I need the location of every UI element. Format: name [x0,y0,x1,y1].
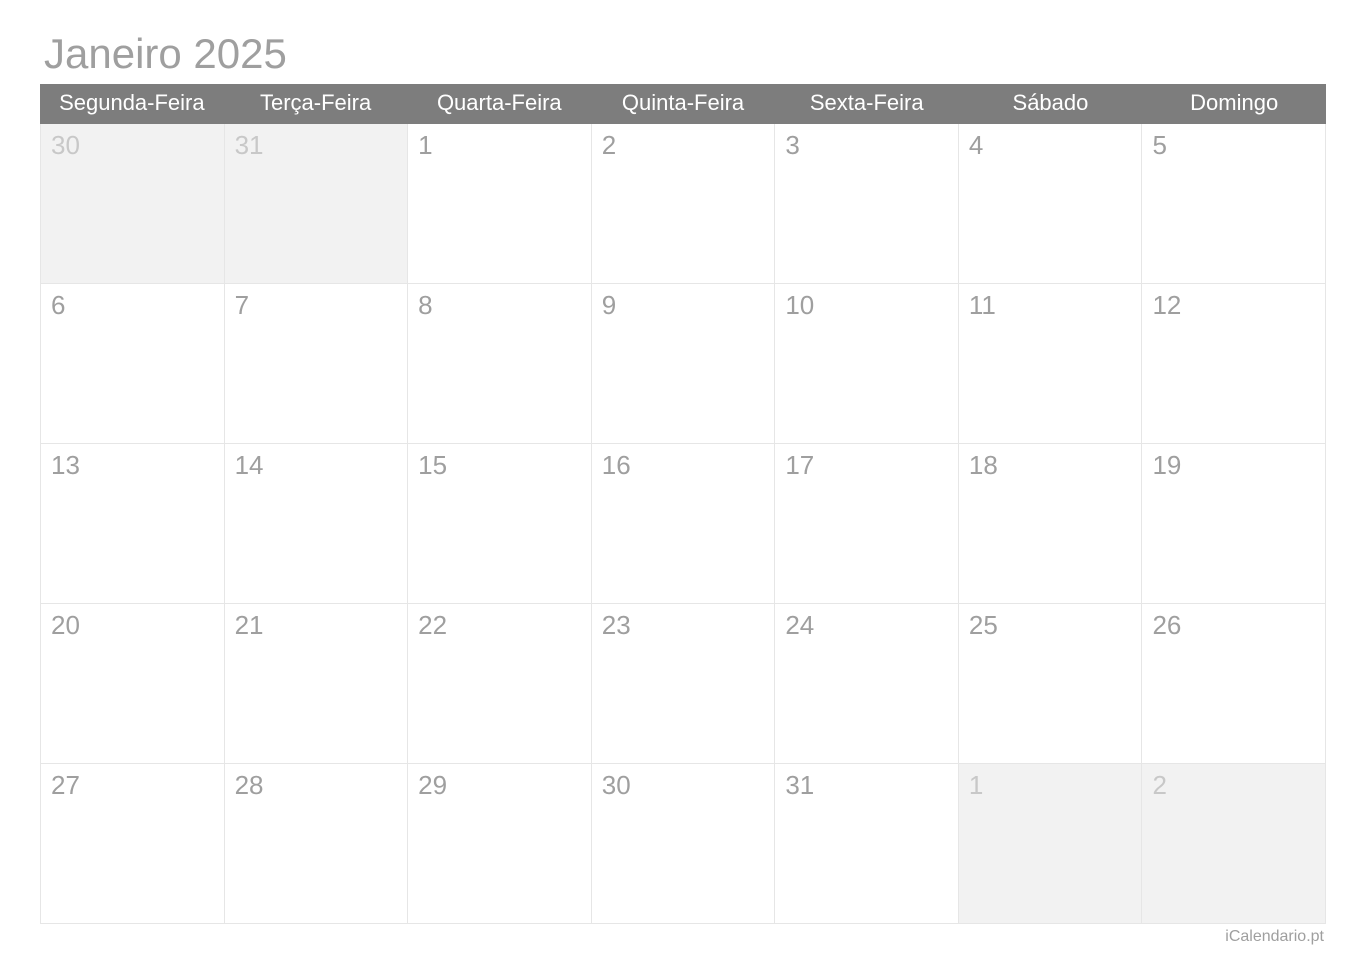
weekday-header-row: Segunda-Feira Terça-Feira Quarta-Feira Q… [40,84,1326,124]
day-cell: 3 [775,124,959,284]
weekday-header: Terça-Feira [224,84,408,124]
day-cell: 1 [408,124,592,284]
month-title: Janeiro 2025 [40,30,1326,78]
weekday-header: Quarta-Feira [407,84,591,124]
day-cell: 29 [408,764,592,924]
day-cell: 22 [408,604,592,764]
day-cell: 24 [775,604,959,764]
weekday-header: Sexta-Feira [775,84,959,124]
weekday-header: Segunda-Feira [40,84,224,124]
day-cell: 7 [225,284,409,444]
week-row: 13141516171819 [40,444,1326,604]
day-cell: 25 [959,604,1143,764]
weekday-header: Domingo [1142,84,1326,124]
weekday-header: Quinta-Feira [591,84,775,124]
day-cell: 31 [225,124,409,284]
day-cell: 4 [959,124,1143,284]
day-cell: 6 [40,284,225,444]
day-cell: 30 [592,764,776,924]
footer-attribution: iCalendario.pt [40,924,1326,946]
day-cell: 9 [592,284,776,444]
calendar: Janeiro 2025 Segunda-Feira Terça-Feira Q… [40,30,1326,946]
week-row: 303112345 [40,124,1326,284]
day-cell: 8 [408,284,592,444]
day-cell: 1 [959,764,1143,924]
day-cell: 18 [959,444,1143,604]
day-cell: 17 [775,444,959,604]
day-cell: 16 [592,444,776,604]
day-cell: 5 [1142,124,1326,284]
day-cell: 2 [1142,764,1326,924]
day-cell: 2 [592,124,776,284]
day-cell: 23 [592,604,776,764]
day-cell: 13 [40,444,225,604]
week-row: 20212223242526 [40,604,1326,764]
day-cell: 10 [775,284,959,444]
calendar-grid: 3031123456789101112131415161718192021222… [40,124,1326,924]
day-cell: 20 [40,604,225,764]
day-cell: 19 [1142,444,1326,604]
week-row: 6789101112 [40,284,1326,444]
day-cell: 28 [225,764,409,924]
day-cell: 26 [1142,604,1326,764]
day-cell: 12 [1142,284,1326,444]
day-cell: 27 [40,764,225,924]
weekday-header: Sábado [959,84,1143,124]
day-cell: 15 [408,444,592,604]
day-cell: 30 [40,124,225,284]
day-cell: 11 [959,284,1143,444]
day-cell: 31 [775,764,959,924]
week-row: 272829303112 [40,764,1326,924]
day-cell: 14 [225,444,409,604]
day-cell: 21 [225,604,409,764]
